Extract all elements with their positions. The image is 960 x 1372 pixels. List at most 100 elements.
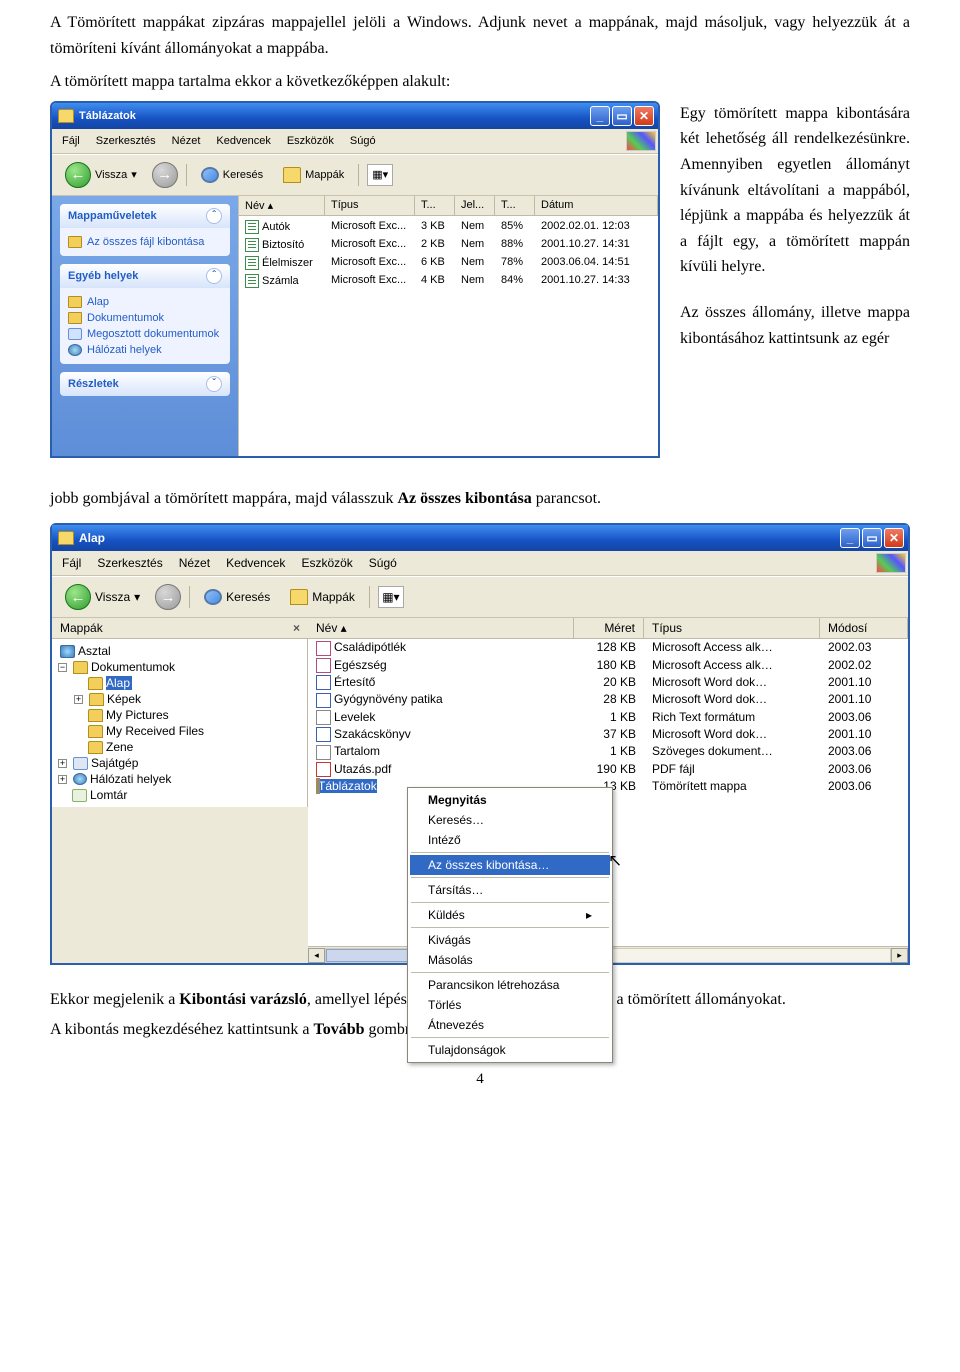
titlebar[interactable]: Táblázatok _ ▭ ✕ [52, 103, 658, 129]
tree-desktop[interactable]: Asztal [60, 643, 303, 659]
place-dokumentumok[interactable]: Dokumentumok [68, 310, 222, 326]
column-headers[interactable]: Név ▴ Típus T... Jel... T... Dátum [239, 196, 658, 216]
table-row[interactable]: Értesítő20 KBMicrosoft Word dok…2001.10 [308, 674, 908, 691]
place-shared-docs[interactable]: Megosztott dokumentumok [68, 326, 222, 342]
menu-edit[interactable]: Szerkesztés [89, 554, 170, 572]
close-panel-button[interactable]: × [293, 621, 300, 635]
col-ratio[interactable]: T... [495, 196, 535, 215]
maximize-button[interactable]: ▭ [862, 528, 882, 548]
excel-file-icon [245, 220, 259, 234]
panel-header[interactable]: Részletekˇ [60, 372, 230, 396]
tree-lomtar[interactable]: Lomtár [72, 787, 303, 803]
folder-tree[interactable]: Asztal −Dokumentumok Alap +Képek My Pict… [52, 639, 308, 807]
place-alap[interactable]: Alap [68, 294, 222, 310]
expand-icon[interactable]: + [58, 759, 67, 768]
tree-zene[interactable]: Zene [88, 739, 303, 755]
collapse-icon[interactable]: − [58, 663, 67, 672]
col-modified[interactable]: Módosí [820, 618, 908, 638]
tree-myreceived[interactable]: My Received Files [88, 723, 303, 739]
menu-favorites[interactable]: Kedvencek [218, 554, 293, 572]
menu-view[interactable]: Nézet [171, 554, 218, 572]
panel-header[interactable]: Egyéb helyekˆ [60, 264, 230, 288]
col-name[interactable]: Név ▴ [308, 618, 574, 638]
menu-view[interactable]: Nézet [164, 133, 209, 149]
col-size[interactable]: T... [415, 196, 455, 215]
panel-header[interactable]: Mappaműveletekˆ [60, 204, 230, 228]
table-row[interactable]: BiztosítóMicrosoft Exc...2 KBNem88%2001.… [239, 236, 658, 254]
panel-title: Mappaműveletek [68, 210, 157, 222]
search-button[interactable]: Keresés [195, 165, 269, 185]
folders-button[interactable]: Mappák [284, 587, 361, 607]
table-row[interactable]: ÉlelmiszerMicrosoft Exc...6 KBNem78%2003… [239, 254, 658, 272]
col-size[interactable]: Méret [574, 618, 644, 638]
context-menu[interactable]: MegnyitásKeresés…Intéző Az összes kibontá… [407, 787, 613, 1063]
col-type[interactable]: Típus [325, 196, 415, 215]
table-row[interactable]: Tartalom1 KBSzöveges dokument…2003.06 [308, 743, 908, 760]
context-menu-item[interactable]: Kivágás [410, 930, 610, 950]
table-row[interactable]: Gyógynövény patika28 KBMicrosoft Word do… [308, 691, 908, 708]
table-row[interactable]: Egészség180 KBMicrosoft Access alk…2002.… [308, 657, 908, 674]
scroll-left-button[interactable]: ◂ [308, 948, 325, 963]
tree-kepek[interactable]: +Képek [88, 691, 303, 707]
folders-button[interactable]: Mappák [277, 165, 350, 185]
context-menu-item[interactable]: Másolás [410, 950, 610, 970]
forward-button[interactable]: → [152, 162, 178, 188]
search-button[interactable]: Keresés [198, 587, 276, 607]
menu-separator [411, 972, 609, 973]
menu-help[interactable]: Súgó [361, 554, 405, 572]
context-menu-item[interactable]: Megnyitás [410, 790, 610, 810]
expand-icon[interactable]: + [74, 695, 83, 704]
table-row[interactable]: Utazás.pdf190 KBPDF fájl2003.06 [308, 761, 908, 778]
table-row[interactable]: AutókMicrosoft Exc...3 KBNem85%2002.02.0… [239, 218, 658, 236]
col-name[interactable]: Név ▴ [239, 196, 325, 215]
tree-alap[interactable]: Alap [88, 675, 303, 691]
panel-title: Részletek [68, 378, 119, 390]
table-row[interactable]: SzámlaMicrosoft Exc...4 KBNem84%2001.10.… [239, 272, 658, 290]
context-menu-item[interactable]: Törlés [410, 995, 610, 1015]
menu-tools[interactable]: Eszközök [293, 554, 360, 572]
forward-button[interactable]: → [155, 584, 181, 610]
minimize-button[interactable]: _ [590, 106, 610, 126]
menu-help[interactable]: Súgó [342, 133, 384, 149]
menu-file[interactable]: Fájl [54, 133, 88, 149]
context-menu-item[interactable]: Tulajdonságok [410, 1040, 610, 1060]
context-menu-item[interactable]: Keresés… [410, 810, 610, 830]
table-row[interactable]: Szakácskönyv37 KBMicrosoft Word dok…2001… [308, 726, 908, 743]
place-halozati-helyek[interactable]: Hálózati helyek [68, 342, 222, 358]
minimize-button[interactable]: _ [840, 528, 860, 548]
col-type[interactable]: Típus [644, 618, 820, 638]
menu-file[interactable]: Fájl [54, 554, 89, 572]
context-menu-item[interactable]: Átnevezés [410, 1015, 610, 1035]
task-extract-all[interactable]: Az összes fájl kibontása [68, 234, 222, 250]
col-date[interactable]: Dátum [535, 196, 658, 215]
view-selector-button[interactable]: ▦▾ [367, 164, 393, 186]
context-menu-item[interactable]: Küldés▸ [410, 905, 610, 925]
panel-title: Egyéb helyek [68, 270, 138, 282]
table-row[interactable]: Levelek1 KBRich Text formátum2003.06 [308, 709, 908, 726]
expand-icon[interactable]: + [58, 775, 67, 784]
tree-halozat[interactable]: +Hálózati helyek [72, 771, 303, 787]
close-button[interactable]: ✕ [884, 528, 904, 548]
column-headers[interactable]: Név ▴ Méret Típus Módosí [308, 618, 908, 639]
folder-open-icon [88, 677, 103, 690]
context-menu-item[interactable]: Az összes kibontása… [410, 855, 610, 875]
menu-favorites[interactable]: Kedvencek [208, 133, 278, 149]
table-row[interactable]: Családipótlék128 KBMicrosoft Access alk…… [308, 639, 908, 656]
context-menu-item[interactable]: Társítás… [410, 880, 610, 900]
scroll-right-button[interactable]: ▸ [891, 948, 908, 963]
titlebar[interactable]: Alap _ ▭ ✕ [52, 525, 908, 551]
separator [189, 586, 190, 608]
back-button[interactable]: ←Vissza ▾ [58, 581, 147, 613]
col-password[interactable]: Jel... [455, 196, 495, 215]
close-button[interactable]: ✕ [634, 106, 654, 126]
maximize-button[interactable]: ▭ [612, 106, 632, 126]
context-menu-item[interactable]: Parancsikon létrehozása [410, 975, 610, 995]
tree-mypictures[interactable]: My Pictures [88, 707, 303, 723]
menu-edit[interactable]: Szerkesztés [88, 133, 164, 149]
context-menu-item[interactable]: Intéző [410, 830, 610, 850]
tree-documents[interactable]: −Dokumentumok [72, 659, 303, 675]
menu-tools[interactable]: Eszközök [279, 133, 342, 149]
view-selector-button[interactable]: ▦▾ [378, 586, 404, 608]
back-button[interactable]: ←Vissza ▾ [58, 159, 144, 191]
tree-sajatgep[interactable]: +Sajátgép [72, 755, 303, 771]
